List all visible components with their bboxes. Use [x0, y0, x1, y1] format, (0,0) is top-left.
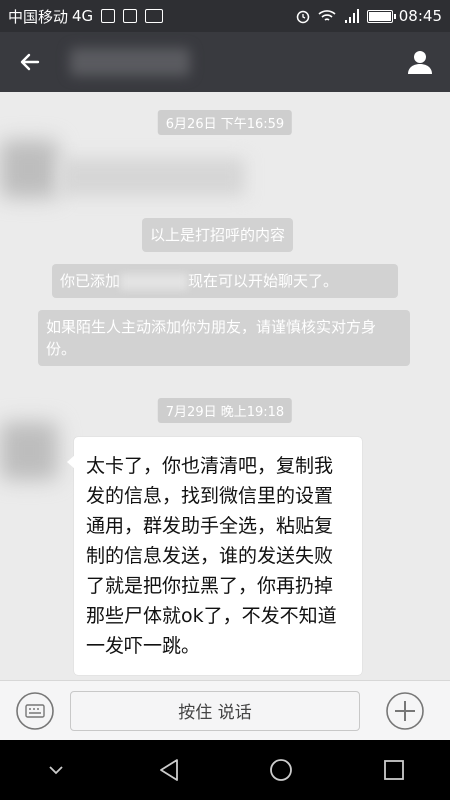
hold-to-talk-button[interactable]: 按住 说话: [70, 690, 360, 731]
keyboard-notification-icon: [145, 9, 164, 23]
carrier-name: 中国移动: [8, 7, 69, 26]
system-message-greeting: 以上是打招呼的内容: [142, 218, 294, 252]
message-bubble[interactable]: 太卡了，你也清清吧，复制我发的信息，找到微信里的设置通用，群发助手全选，粘贴复制…: [67, 437, 362, 675]
triangle-back-icon: [159, 759, 178, 781]
wifi-icon: [318, 10, 336, 21]
signal-icon: [344, 9, 359, 23]
system-added-prefix: 你已添加: [60, 272, 121, 290]
chat-area[interactable]: 6月26日 下午16:59 以上是打招呼的内容 你已添加 现在可以开始聊天了。 如…: [0, 92, 450, 680]
circle-home-icon: [270, 759, 293, 781]
nav-home-button[interactable]: [251, 740, 311, 800]
square-recent-icon: [383, 760, 404, 780]
time-divider: 6月26日 下午16:59: [157, 110, 293, 135]
alarm-icon: [296, 10, 310, 24]
nav-hide-button[interactable]: [26, 740, 86, 800]
added-name-redacted: [120, 273, 189, 290]
contact-name-redacted: [70, 48, 190, 76]
nav-recent-button[interactable]: [364, 740, 424, 800]
time-divider: 7月29日 晚上19:18: [157, 398, 293, 423]
person-icon: [408, 51, 432, 74]
greeting-redacted: [60, 158, 245, 196]
clock: 08:45: [398, 7, 442, 25]
nav-back-button[interactable]: [139, 740, 199, 800]
battery-icon: [366, 9, 396, 23]
keyboard-icon: [16, 691, 54, 730]
profile-button[interactable]: [390, 32, 450, 92]
status-right-group: 08:45: [295, 7, 442, 25]
image-notification-icon: [101, 9, 116, 23]
carrier-group: 中国移动 4G: [8, 6, 164, 27]
back-button[interactable]: [0, 32, 60, 92]
chevron-down-icon: [49, 766, 63, 775]
keyboard-toggle-button[interactable]: [0, 681, 70, 741]
system-nav-bar: [0, 740, 450, 800]
contact-avatar-redacted[interactable]: [0, 422, 58, 480]
plus-circle-icon: [386, 691, 424, 730]
system-added-suffix: 现在可以开始聊天了。: [188, 272, 339, 290]
more-button[interactable]: [360, 681, 450, 741]
back-arrow-icon: [20, 53, 40, 71]
network-type: 4G: [72, 7, 94, 25]
input-bar: 按住 说话: [0, 680, 450, 740]
system-message-warning: 如果陌生人主动添加你为朋友，请谨慎核实对方身份。: [38, 310, 410, 366]
contact-avatar-redacted: [0, 140, 58, 198]
status-bar: 中国移动 4G 08:45: [0, 0, 450, 32]
system-message-added: 你已添加 现在可以开始聊天了。: [52, 264, 398, 298]
app-notification-icon: [123, 9, 138, 23]
title-bar: [0, 32, 450, 92]
